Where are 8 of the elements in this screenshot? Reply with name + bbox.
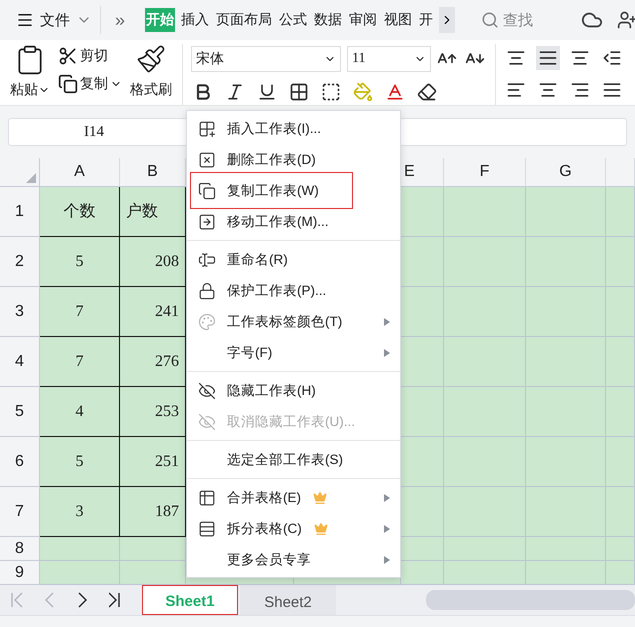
table-cell: 7 <box>40 337 120 387</box>
table-cell: 4 <box>40 387 120 437</box>
table-cell: 5 <box>40 437 120 487</box>
table-cell: 个数 <box>40 187 120 237</box>
cell-reference: I14 <box>83 124 105 140</box>
table-cell: 3 <box>40 487 120 537</box>
table-cell: 5 <box>40 237 120 287</box>
table-cell: 7 <box>40 287 120 337</box>
